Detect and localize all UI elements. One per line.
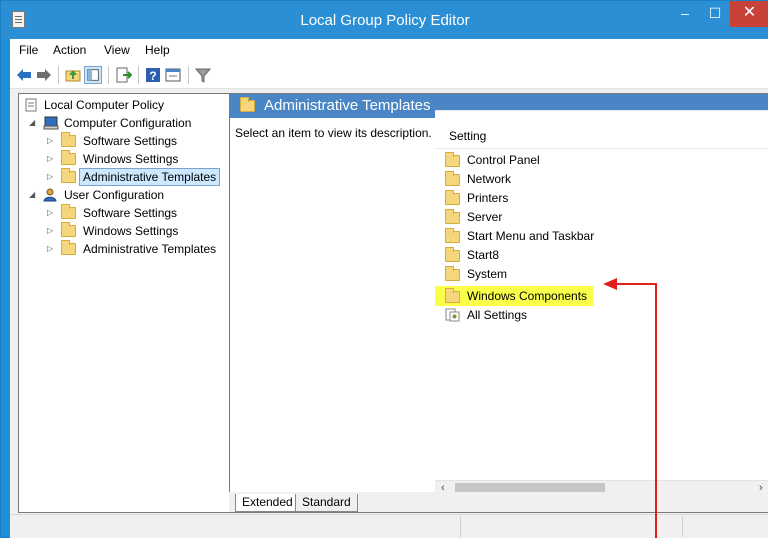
tree-item-software-settings[interactable]: ▷ Software Settings <box>23 132 223 150</box>
computer-icon <box>43 116 59 130</box>
column-header-setting[interactable]: Setting <box>449 129 486 143</box>
tree-item-user-administrative-templates[interactable]: ▷ Administrative Templates <box>23 240 227 258</box>
folder-icon <box>445 266 460 281</box>
app-window: Local Group Policy Editor – ☐ ✕ File Act… <box>0 0 768 538</box>
collapse-triangle-icon[interactable]: ◢ <box>29 114 35 132</box>
folder-icon <box>61 150 76 165</box>
tree-item-user-configuration[interactable]: ◢ User Configuration <box>23 186 223 204</box>
folder-icon <box>61 132 76 147</box>
folder-icon <box>61 204 76 219</box>
annotation-arrowhead <box>603 278 617 290</box>
list-item-label: System <box>467 267 508 281</box>
folder-icon <box>61 168 76 183</box>
list-item-label: All Settings <box>467 308 528 322</box>
tree-item-label: User Configuration <box>64 188 165 202</box>
folder-icon <box>445 209 460 224</box>
status-divider <box>682 517 683 537</box>
expand-triangle-icon[interactable]: ▷ <box>47 168 53 186</box>
tree-item-user-software-settings[interactable]: ▷ Software Settings <box>23 204 223 222</box>
folder-icon <box>445 152 460 167</box>
toolbar-separator <box>188 66 189 84</box>
title-bar[interactable]: Local Group Policy Editor – ☐ ✕ <box>1 1 768 39</box>
list-item-label: Printers <box>467 191 509 205</box>
view-tabs: Extended Standard <box>229 492 768 512</box>
list-item-label: Windows Components <box>467 289 588 303</box>
tree-item-label: Software Settings <box>83 134 178 148</box>
status-divider <box>460 517 461 537</box>
details-title: Administrative Templates <box>264 97 431 114</box>
folder-icon <box>240 97 255 112</box>
svg-text:?: ? <box>149 69 156 83</box>
window-title: Local Group Policy Editor <box>300 12 470 29</box>
tree-item-windows-settings[interactable]: ▷ Windows Settings <box>23 150 223 168</box>
tree-item-label: Local Computer Policy <box>44 98 165 112</box>
expand-triangle-icon[interactable]: ▷ <box>47 132 53 150</box>
folder-icon <box>445 171 460 186</box>
navigation-tree: Local Computer Policy ◢ Computer Configu… <box>18 93 232 513</box>
tree-item-label: Windows Settings <box>83 152 179 166</box>
toolbar: ? <box>10 61 768 89</box>
forward-arrow-icon[interactable] <box>35 66 53 84</box>
tree-item-administrative-templates[interactable]: ▷ Administrative Templates <box>23 168 227 186</box>
minimize-button[interactable]: – <box>671 1 699 27</box>
tab-standard[interactable]: Standard <box>295 494 358 512</box>
expand-triangle-icon[interactable]: ▷ <box>47 240 53 258</box>
list-item-label: Control Panel <box>467 153 540 167</box>
tree-item-label-selected: Administrative Templates <box>79 168 221 186</box>
list-item-label: Start8 <box>467 248 500 262</box>
expand-triangle-icon[interactable]: ▷ <box>47 222 53 240</box>
tree-item-label: Windows Settings <box>83 224 179 238</box>
folder-icon <box>445 288 460 303</box>
folder-icon <box>445 247 460 262</box>
tree-item-label: Computer Configuration <box>64 116 192 130</box>
properties-icon[interactable] <box>164 66 182 84</box>
tree-item-label: Software Settings <box>83 206 178 220</box>
tree-item-user-windows-settings[interactable]: ▷ Windows Settings <box>23 222 223 240</box>
up-folder-icon[interactable] <box>64 66 82 84</box>
menu-file[interactable]: File <box>19 43 38 57</box>
folder-icon <box>445 190 460 205</box>
folder-icon <box>445 228 460 243</box>
toolbar-separator <box>108 66 109 84</box>
list-item-label: Network <box>467 172 512 186</box>
tree-item-computer-configuration[interactable]: ◢ Computer Configuration <box>23 114 223 132</box>
policy-document-icon <box>25 98 37 112</box>
folder-icon <box>61 240 76 255</box>
folder-icon <box>61 222 76 237</box>
menu-help[interactable]: Help <box>145 43 170 57</box>
export-list-icon[interactable] <box>114 66 132 84</box>
toolbar-separator <box>138 66 139 84</box>
user-icon <box>43 188 57 202</box>
list-item-label: Server <box>467 210 503 224</box>
annotation-arrow-line <box>655 284 657 538</box>
filter-icon[interactable] <box>194 66 212 84</box>
expand-triangle-icon[interactable]: ▷ <box>47 150 53 168</box>
description-text: Select an item to view its description. <box>235 126 432 140</box>
tree-item-label: Administrative Templates <box>83 242 217 256</box>
help-icon[interactable]: ? <box>144 66 162 84</box>
details-pane: Administrative Templates Select an item … <box>229 93 768 513</box>
tab-extended[interactable]: Extended <box>235 494 300 512</box>
settings-list: Setting Control Panel Network Printers S… <box>435 110 768 512</box>
back-arrow-icon[interactable] <box>15 66 33 84</box>
list-item-label: Start Menu and Taskbar <box>467 229 595 243</box>
close-button[interactable]: ✕ <box>730 1 768 27</box>
tree-item-local-computer-policy[interactable]: Local Computer Policy <box>23 96 223 114</box>
maximize-button[interactable]: ☐ <box>701 1 729 27</box>
collapse-triangle-icon[interactable]: ◢ <box>29 186 35 204</box>
menu-action[interactable]: Action <box>53 43 86 57</box>
menu-bar: File Action View Help <box>10 39 768 61</box>
annotation-arrow-line <box>616 283 657 285</box>
toolbar-separator <box>58 66 59 84</box>
show-hide-tree-icon[interactable] <box>84 66 102 84</box>
all-settings-icon <box>445 308 460 322</box>
expand-triangle-icon[interactable]: ▷ <box>47 204 53 222</box>
header-separator <box>435 148 768 149</box>
menu-view[interactable]: View <box>104 43 130 57</box>
